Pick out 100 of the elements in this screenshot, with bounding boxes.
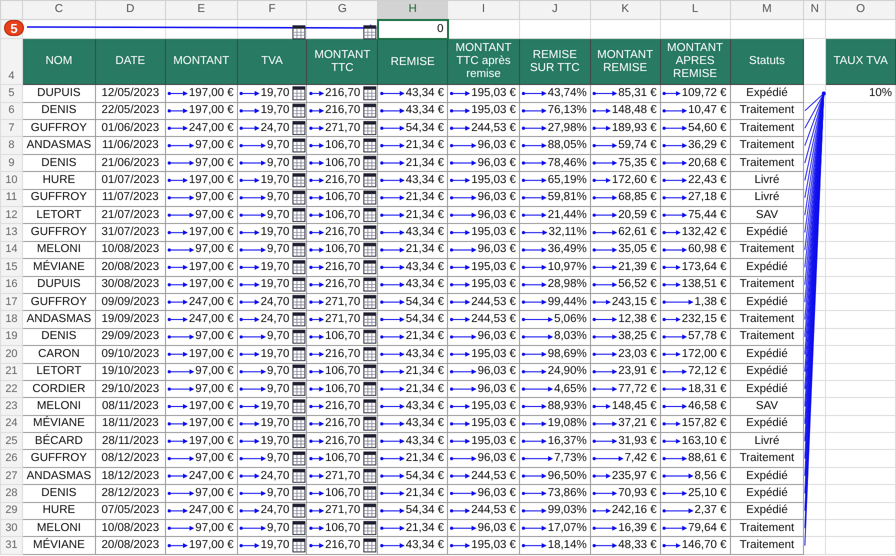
table-cell: 96,03 € [448,450,520,468]
table-cell: 244,53 € [448,310,520,328]
column-letter[interactable]: H [378,0,448,20]
table-cell: 10% [826,84,896,102]
column-header: MONTANT APRES REMISE [660,38,730,85]
table-cell: DUPUIS [22,276,96,294]
table-cell: 242,16 € [590,502,660,520]
table-cell: 27,18 € [660,189,730,206]
column-letter[interactable]: F [237,0,307,20]
table-cell: 2,37 € [660,502,730,520]
column-letter[interactable]: I [448,0,520,20]
table-cell: 48,33 € [590,536,660,554]
table-cell: 62,61 € [590,224,660,242]
table-cell: 43,34 € [378,415,448,433]
table-cell: 72,12 € [660,363,730,380]
table-cell: 79,64 € [660,520,730,537]
table-cell: 21,34 € [378,520,448,537]
column-letter[interactable]: K [590,0,660,20]
table-cell: Traitement [730,136,804,154]
column-letter[interactable]: E [165,0,238,20]
table-cell: 172,00 € [660,346,730,363]
table-cell: 197,00 € [165,102,238,120]
table-cell: DENIS [22,154,96,172]
table-cell: 09/09/2023 [95,293,166,311]
table-cell: Traitement [730,102,804,120]
table-cell: 247,00 € [165,467,238,485]
table-cell: 99,03% [519,502,590,520]
table-cell: 09/10/2023 [95,346,166,363]
table-cell: 43,74% [519,84,590,102]
table-cell: 16,39 € [590,520,660,537]
row-number: 19 [0,328,22,346]
table-cell: ANDASMAS [22,310,96,328]
table-cell: 195,03 € [448,276,520,294]
table-cell: Expédié [730,415,804,433]
table-cell: Expédié [730,346,804,363]
column-letter[interactable]: M [730,0,804,20]
table-cell: 195,03 € [448,224,520,242]
table-cell: 18,14% [519,536,590,554]
table-cell: 29/09/2023 [95,328,166,346]
table-cell: 96,03 € [448,363,520,380]
row-number: 14 [0,241,22,259]
table-cell: 244,53 € [448,467,520,485]
table-cell: 96,03 € [448,189,520,206]
column-letter[interactable]: J [519,0,590,20]
row-number: 22 [0,380,22,398]
table-cell: 7,42 € [590,450,660,468]
table-cell: 146,70 € [660,536,730,554]
column-letter[interactable]: N [804,0,826,20]
table-cell: 19/10/2023 [95,363,166,380]
column-letter[interactable]: O [826,0,896,20]
table-cell: 96,03 € [448,328,520,346]
table-cell: 43,34 € [378,172,448,190]
table-cell: 244,53 € [448,120,520,137]
table-cell: 247,00 € [165,310,238,328]
row-number: 23 [0,398,22,416]
column-letter[interactable]: D [95,0,166,20]
table-cell: 148,45 € [590,398,660,416]
column-letter[interactable]: C [22,0,96,20]
table-cell: 54,34 € [378,120,448,137]
table-cell: GUFFROY [22,293,96,311]
row-number: 5 [0,84,22,102]
row-number: 9 [0,154,22,172]
table-cell: Expédié [730,258,804,276]
table-cell: 197,00 € [165,346,238,363]
table-cell: 70,93 € [590,484,660,502]
table-cell: 11/06/2023 [95,136,166,154]
table-cell: 54,34 € [378,467,448,485]
table-cell: LETORT [22,363,96,380]
table-cell: 243,15 € [590,293,660,311]
table-cell: 43,34 € [378,346,448,363]
table-cell: Expédié [730,363,804,380]
table-cell: 195,03 € [448,398,520,416]
table-cell: 43,34 € [378,536,448,554]
table-cell: 32,11% [519,224,590,242]
table-cell: Expédié [730,502,804,520]
table-cell: 88,93% [519,398,590,416]
table-cell: 43,34 € [378,432,448,450]
table-cell: 21,34 € [378,484,448,502]
table-cell: 76,13% [519,102,590,120]
column-header: MONTANT TTC [306,38,378,85]
table-cell: GUFFROY [22,450,96,468]
table-cell: 96,03 € [448,520,520,537]
table-cell: ANDASMAS [22,136,96,154]
table-cell: SAV [730,398,804,416]
table-cell: 96,03 € [448,136,520,154]
table-cell: GUFFROY [22,224,96,242]
table-cell: 77,72 € [590,380,660,398]
table-cell: 21,34 € [378,154,448,172]
table-cell: 08/11/2023 [95,398,166,416]
column-letter[interactable]: L [660,0,730,20]
table-cell: Livré [730,189,804,206]
table-cell: Livré [730,172,804,190]
column-letter[interactable]: G [306,0,378,20]
table-cell: 97,00 € [165,484,238,502]
table-cell: 38,25 € [590,328,660,346]
table-cell: 8,03% [519,328,590,346]
table-cell: 97,00 € [165,450,238,468]
table-cell: 96,03 € [448,380,520,398]
table-cell: 43,34 € [378,258,448,276]
table-cell: 31,93 € [590,432,660,450]
